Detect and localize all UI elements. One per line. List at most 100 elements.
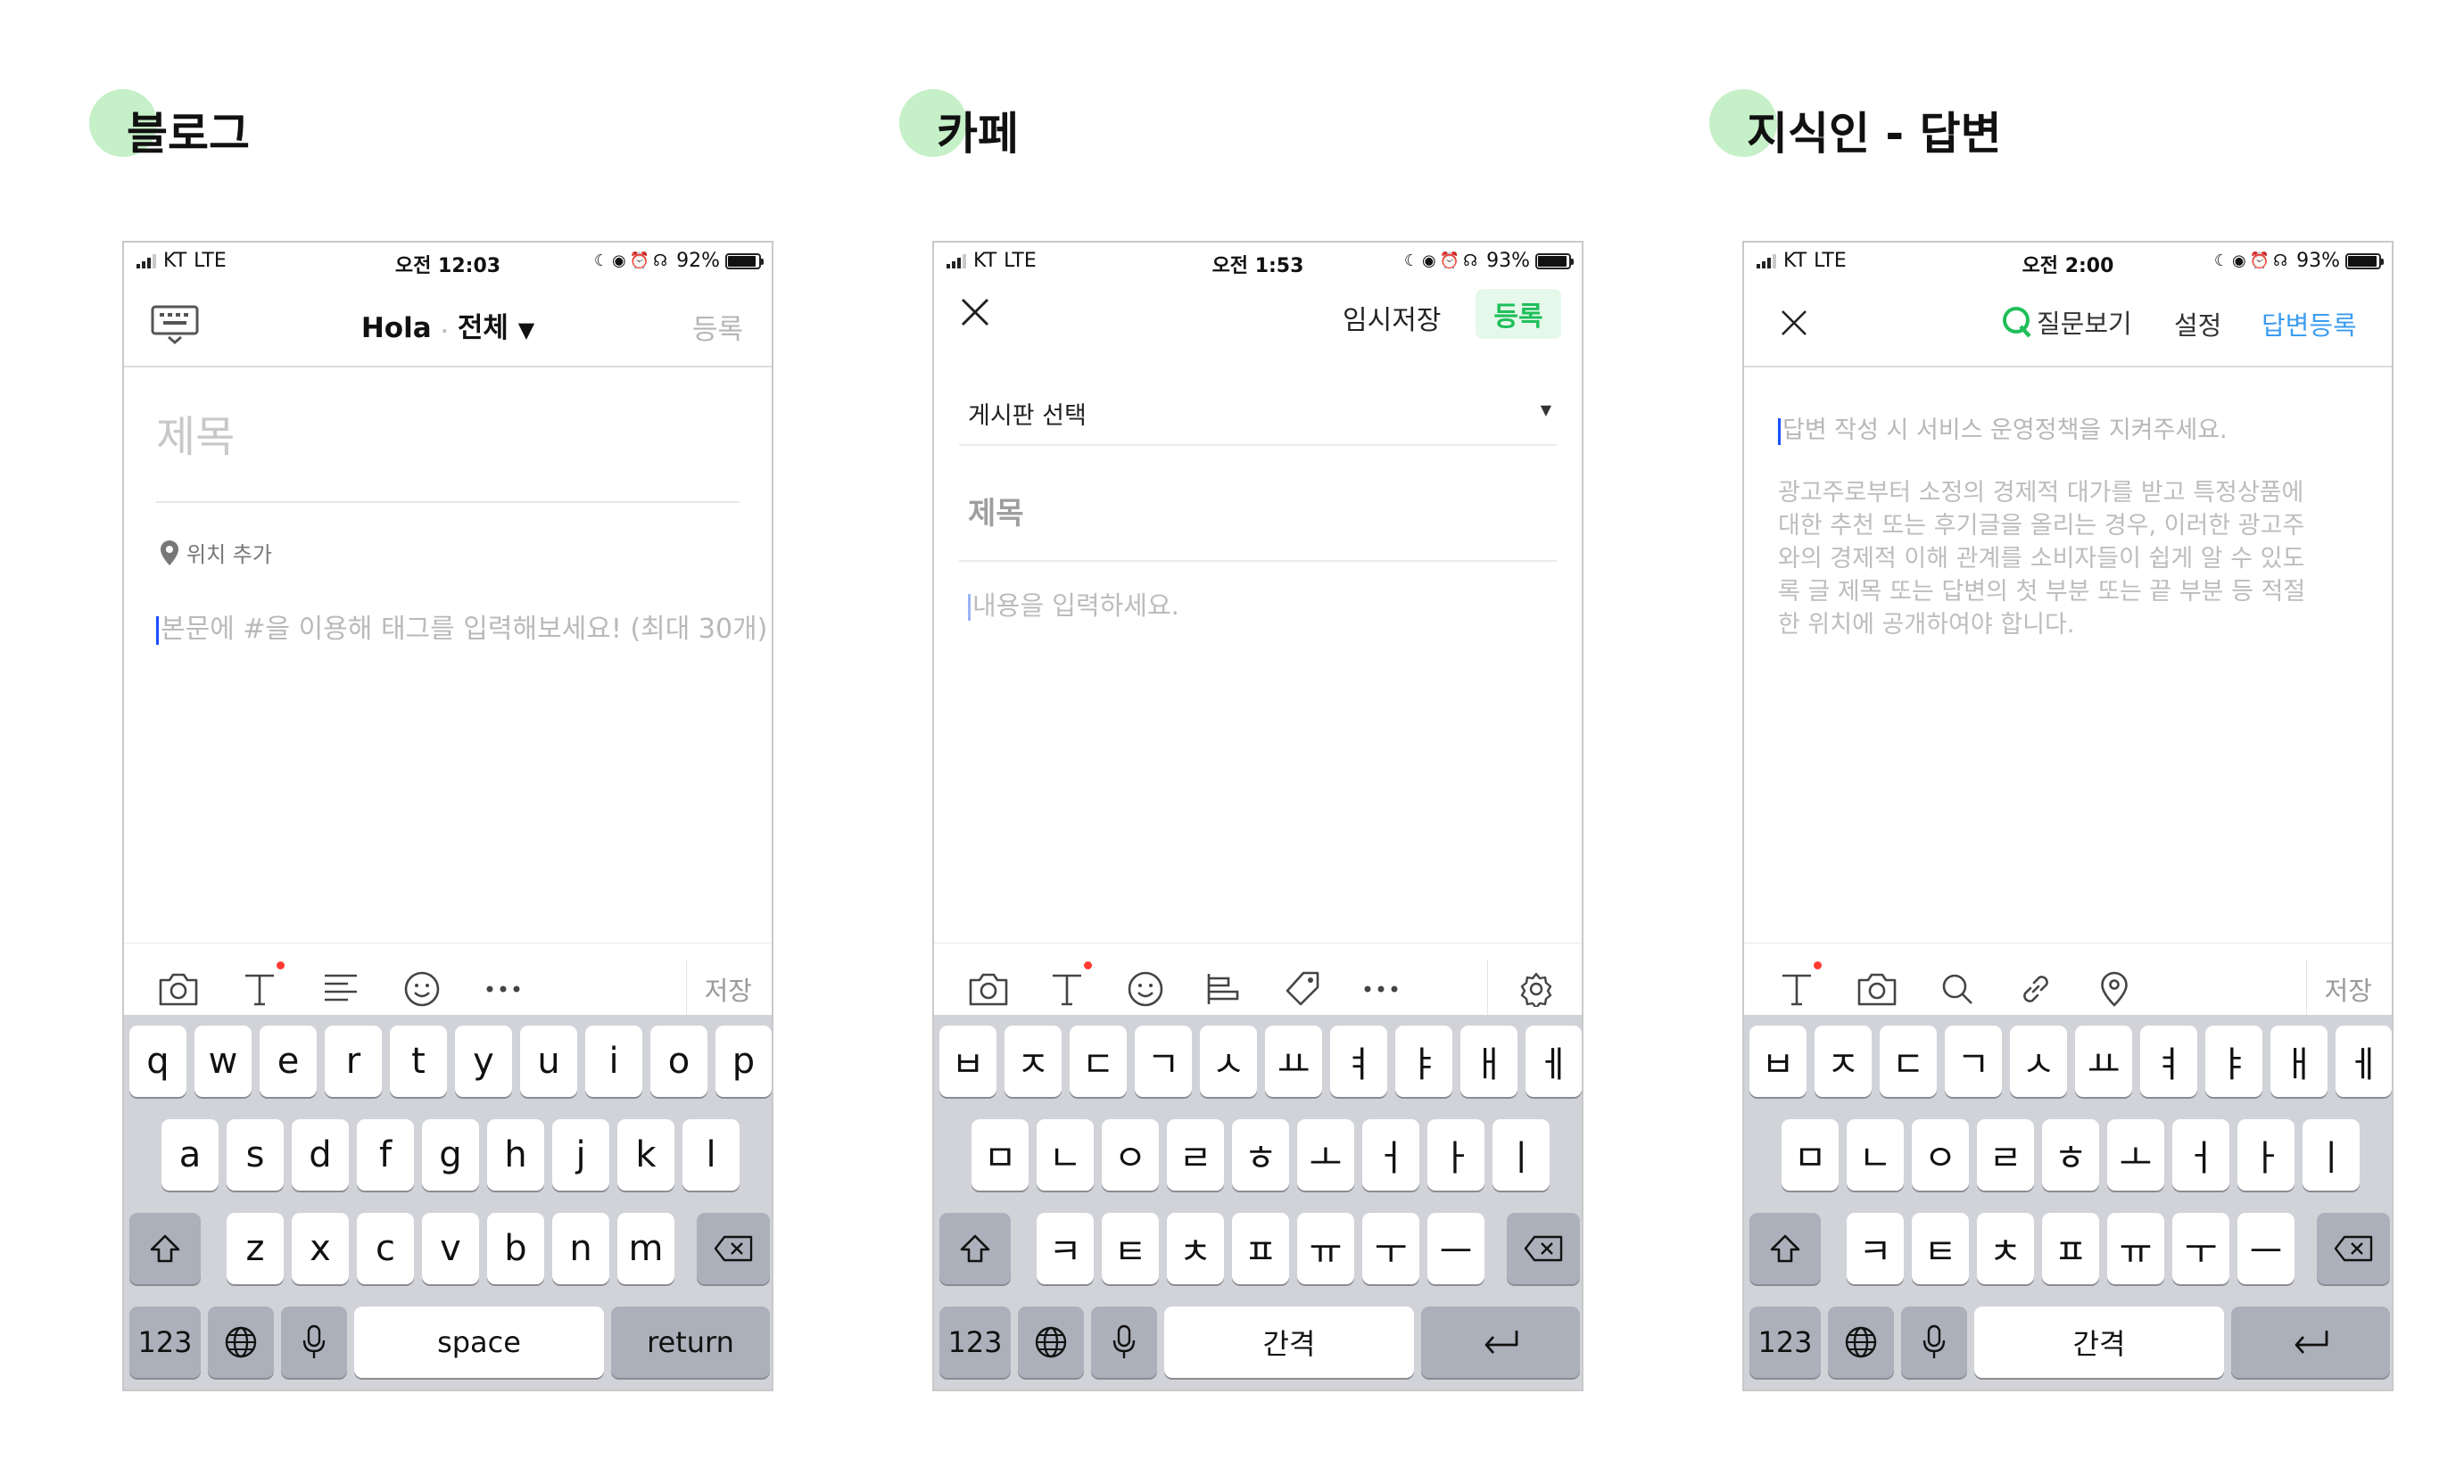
key-i[interactable]: ㅣ [2303,1119,2360,1191]
camera-icon[interactable] [966,967,1011,1011]
key-ng[interactable]: ㅇ [1102,1119,1159,1191]
key-yeo[interactable]: ㅕ [2140,1026,2197,1097]
globe-key[interactable] [208,1307,274,1378]
key-ng[interactable]: ㅇ [1912,1119,1969,1191]
submit-answer-button[interactable]: 답변등록 [2261,305,2357,342]
shift-key[interactable] [939,1213,1011,1284]
key-eu[interactable]: ㅡ [1427,1213,1484,1284]
emoji-icon[interactable] [400,967,444,1011]
return-key[interactable] [1421,1307,1580,1378]
key-x[interactable]: x [292,1213,349,1284]
key-t[interactable]: t [390,1026,447,1097]
key-k[interactable]: k [617,1119,674,1191]
shift-key[interactable] [1749,1213,1821,1284]
answer-body-input[interactable]: 답변 작성 시 서비스 운영정책을 지켜주세요. [1778,410,2228,445]
key-f[interactable]: f [357,1119,414,1191]
key-n[interactable]: n [552,1213,609,1284]
key-o[interactable]: ㅗ [2107,1119,2164,1191]
key-j[interactable]: ㅈ [1005,1026,1062,1097]
numbers-key[interactable]: 123 [939,1307,1011,1378]
text-style-icon[interactable] [237,961,285,1011]
key-n[interactable]: ㄴ [1847,1119,1904,1191]
search-icon[interactable] [1935,967,1980,1011]
close-icon[interactable] [1780,309,1808,341]
key-a[interactable]: ㅏ [1427,1119,1484,1191]
key-u[interactable]: u [520,1026,577,1097]
key-ch[interactable]: ㅊ [1167,1213,1224,1284]
key-u[interactable]: ㅜ [2172,1213,2229,1284]
key-d[interactable]: ㄷ [1880,1026,1937,1097]
camera-icon[interactable] [156,967,201,1011]
numbers-key[interactable]: 123 [129,1307,201,1378]
view-question-button[interactable]: 질문보기 [2001,303,2132,341]
emoji-icon[interactable] [1123,967,1168,1011]
text-style-icon[interactable] [1045,961,1092,1011]
key-m[interactable]: m [617,1213,674,1284]
key-c[interactable]: c [357,1213,414,1284]
key-d[interactable]: d [292,1119,349,1191]
key-i[interactable]: i [585,1026,642,1097]
key-b[interactable]: b [487,1213,544,1284]
key-ch[interactable]: ㅊ [1977,1213,2034,1284]
space-key[interactable]: 간격 [1974,1307,2224,1378]
key-o[interactable]: ㅗ [1297,1119,1354,1191]
more-icon[interactable] [481,967,525,1011]
key-d[interactable]: ㄷ [1070,1026,1127,1097]
tag-icon[interactable] [1280,967,1325,1011]
key-p[interactable]: p [715,1026,772,1097]
close-icon[interactable] [959,296,991,332]
add-location-button[interactable]: 위치 추가 [160,537,272,568]
key-e[interactable]: e [260,1026,317,1097]
board-select-dropdown[interactable]: 게시판 선택 ▼ [959,383,1557,446]
save-button[interactable]: 저장 [705,970,752,1008]
key-y[interactable]: y [455,1026,512,1097]
title-input[interactable]: 제목 [959,482,1557,562]
microphone-key[interactable] [1091,1307,1157,1378]
body-input[interactable]: 본문에 #을 이용해 태그를 입력해보세요! (최대 30개) [156,606,767,646]
key-yeo[interactable]: ㅕ [1330,1026,1387,1097]
save-button[interactable]: 저장 [2325,970,2372,1008]
key-ya[interactable]: ㅑ [2205,1026,2262,1097]
key-eo[interactable]: ㅓ [1362,1119,1419,1191]
key-r[interactable]: r [325,1026,382,1097]
key-q[interactable]: q [129,1026,186,1097]
body-input[interactable]: 내용을 입력하세요. [968,585,1179,622]
microphone-key[interactable] [281,1307,347,1378]
key-m[interactable]: ㅁ [972,1119,1029,1191]
temp-save-button[interactable]: 임시저장 [1343,298,1441,337]
text-style-icon[interactable] [1774,961,1822,1011]
key-yu[interactable]: ㅠ [1297,1213,1354,1284]
key-yu[interactable]: ㅠ [2107,1213,2164,1284]
key-r[interactable]: ㄹ [1167,1119,1224,1191]
key-p[interactable]: ㅍ [2042,1213,2099,1284]
return-key[interactable]: return [611,1307,770,1378]
key-m[interactable]: ㅁ [1782,1119,1839,1191]
key-r[interactable]: ㄹ [1977,1119,2034,1191]
key-e[interactable]: ㅔ [2336,1026,2392,1097]
globe-key[interactable] [1828,1307,1894,1378]
key-u[interactable]: ㅜ [1362,1213,1419,1284]
link-icon[interactable] [2013,967,2058,1011]
key-s[interactable]: ㅅ [1200,1026,1257,1097]
key-a[interactable]: ㅏ [2237,1119,2294,1191]
key-b[interactable]: ㅂ [1749,1026,1807,1097]
key-v[interactable]: v [422,1213,479,1284]
key-l[interactable]: l [682,1119,740,1191]
gear-icon[interactable] [1514,967,1559,1011]
space-key[interactable]: 간격 [1164,1307,1414,1378]
key-eo[interactable]: ㅓ [2172,1119,2229,1191]
key-w[interactable]: w [194,1026,252,1097]
key-i[interactable]: ㅣ [1492,1119,1550,1191]
key-eu[interactable]: ㅡ [2237,1213,2294,1284]
location-pin-icon[interactable] [2092,967,2137,1011]
key-g[interactable]: g [422,1119,479,1191]
key-h[interactable]: h [487,1119,544,1191]
key-g[interactable]: ㄱ [1945,1026,2002,1097]
key-g[interactable]: ㄱ [1135,1026,1192,1097]
backspace-key[interactable] [1507,1213,1580,1284]
numbers-key[interactable]: 123 [1749,1307,1821,1378]
key-p[interactable]: ㅍ [1232,1213,1289,1284]
submit-button[interactable]: 등록 [692,307,743,347]
key-o[interactable]: o [650,1026,707,1097]
key-t[interactable]: ㅌ [1912,1213,1969,1284]
